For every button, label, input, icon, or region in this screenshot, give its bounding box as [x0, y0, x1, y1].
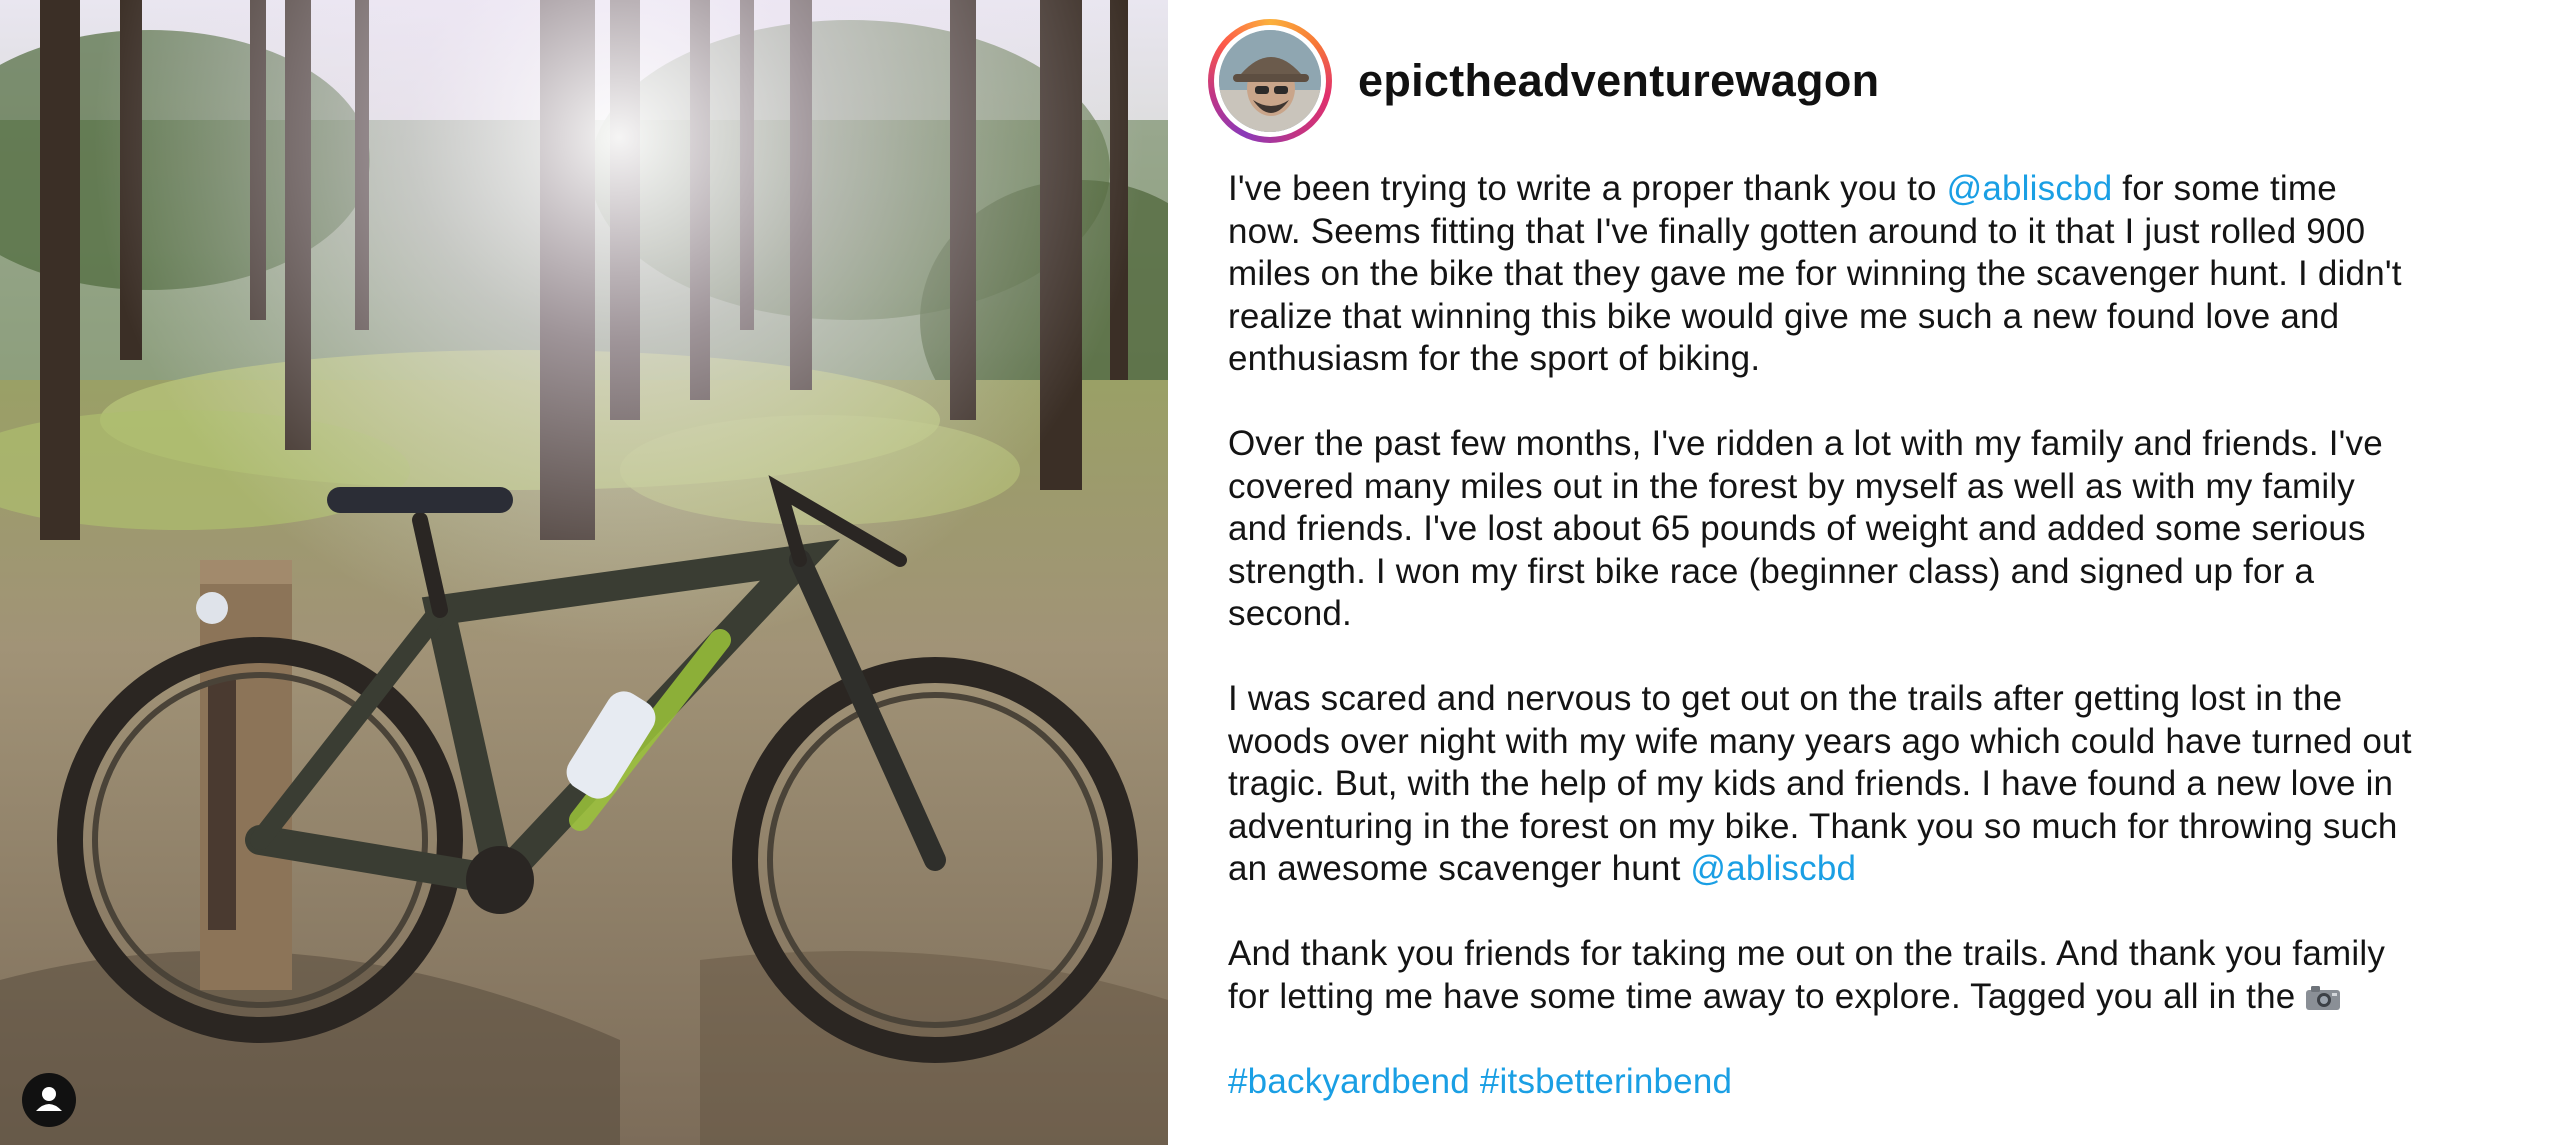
camera-icon: [2305, 979, 2341, 1010]
caption-line: And thank you friends for taking me out …: [1228, 934, 2386, 973]
caption-line: tragic. But, with the help of my kids an…: [1228, 764, 2394, 803]
caption-line: #backyardbend #itsbetterinbend: [1228, 1061, 2548, 1104]
caption-line: an awesome scavenger hunt @abliscbd: [1228, 848, 2548, 891]
caption-line: and friends. I've lost about 65 pounds o…: [1228, 509, 2366, 548]
person-tag-icon[interactable]: [22, 1073, 76, 1127]
caption-line: now. Seems fitting that I've finally got…: [1228, 211, 2366, 251]
caption-line: for letting me have some time away to ex…: [1228, 976, 2548, 1019]
caption-line: I've been trying to write a proper thank…: [1228, 168, 2548, 211]
caption-paragraph-3: I was scared and nervous to get out on t…: [1228, 678, 2548, 891]
caption-line: realize that winning this bike would giv…: [1228, 296, 2340, 336]
post-photo[interactable]: [0, 0, 1168, 1145]
caption-line: covered many miles out in the forest by …: [1228, 466, 2355, 506]
mention-link[interactable]: @abliscbd: [1947, 169, 2113, 208]
caption-line: adventuring in the forest on my bike. Th…: [1228, 806, 2398, 846]
hashtag-link[interactable]: #itsbetterinbend: [1480, 1062, 1732, 1101]
username[interactable]: epictheadventurewagon: [1358, 55, 1879, 107]
post-side-panel: epictheadventurewagon I've been trying t…: [1168, 0, 2560, 1145]
caption-text: I've been trying to write a proper thank…: [1228, 169, 1947, 208]
caption-paragraph-4: And thank you friends for taking me out …: [1228, 933, 2548, 1018]
caption-line: enthusiasm for the sport of biking.: [1228, 339, 1761, 378]
caption-line: I was scared and nervous to get out on t…: [1228, 679, 2343, 718]
avatar-border: [1214, 25, 1326, 137]
caption-text: an awesome scavenger hunt: [1228, 849, 1691, 888]
caption-paragraph-2: Over the past few months, I've ridden a …: [1228, 423, 2548, 636]
avatar-photo: [1219, 30, 1321, 132]
caption-line: Over the past few months, I've ridden a …: [1228, 424, 2383, 463]
caption-line: second.: [1228, 594, 1352, 633]
post-header: epictheadventurewagon: [1208, 16, 1879, 146]
caption-paragraph-1: I've been trying to write a proper thank…: [1228, 168, 2548, 381]
caption-line: strength. I won my first bike race (begi…: [1228, 551, 2315, 591]
instagram-post: epictheadventurewagon I've been trying t…: [0, 0, 2560, 1145]
caption-hashtags: #backyardbend #itsbetterinbend: [1228, 1061, 2548, 1104]
caption-text: for some time: [2112, 169, 2337, 208]
post-caption: I've been trying to write a proper thank…: [1228, 168, 2548, 1145]
caption-line: woods over night with my wife many years…: [1228, 721, 2412, 761]
avatar[interactable]: [1208, 19, 1332, 143]
hashtag-link[interactable]: #backyardbend: [1228, 1062, 1470, 1101]
caption-line: miles on the bike that they gave me for …: [1228, 254, 2402, 293]
bike-in-forest-image: [0, 0, 1168, 1145]
caption-text: for letting me have some time away to ex…: [1228, 976, 2306, 1016]
mention-link[interactable]: @abliscbd: [1690, 849, 1856, 888]
